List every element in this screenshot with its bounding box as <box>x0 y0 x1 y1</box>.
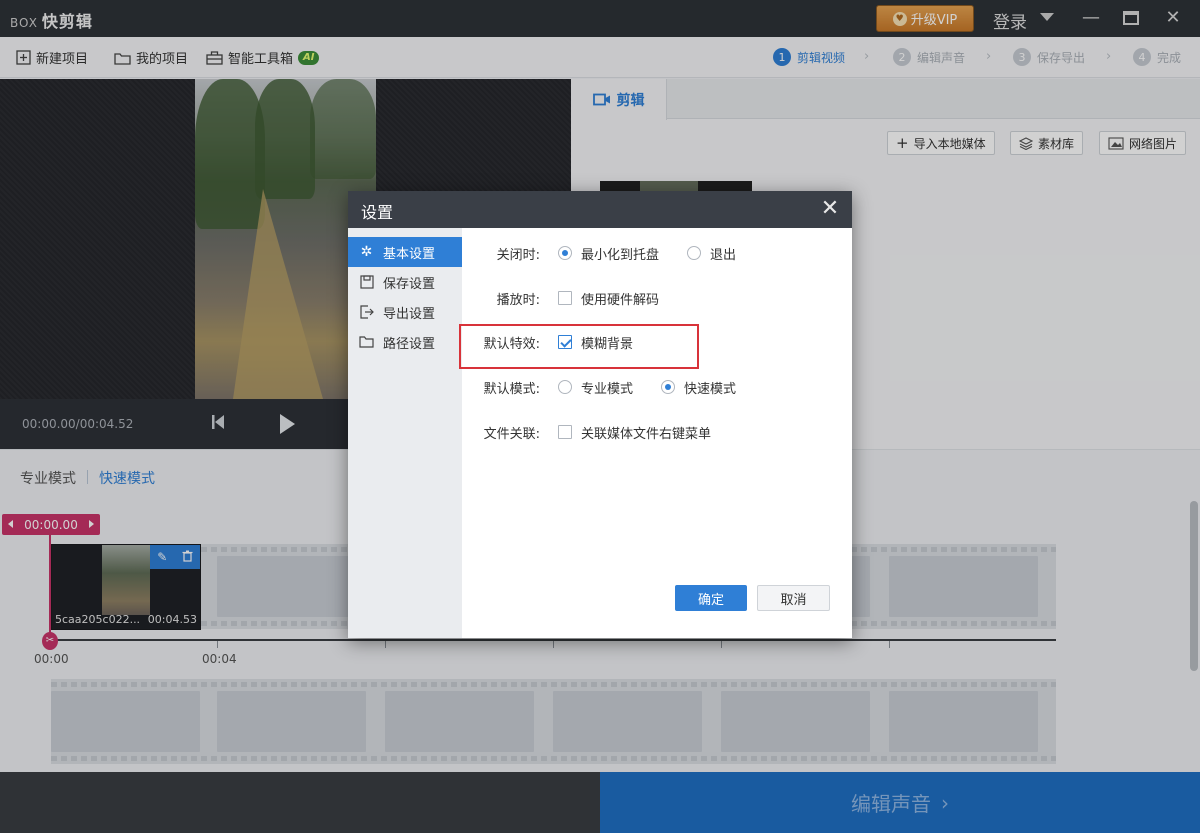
checkbox-unchecked[interactable] <box>558 425 572 439</box>
option-label: 使用硬件解码 <box>581 292 660 308</box>
settings-dialog: 设置 ✕ ✲ 基本设置 保存设置 导出设置 路径设置 关闭时: 最小化到托盘 退… <box>348 191 852 638</box>
dialog-header: 设置 ✕ <box>348 191 852 228</box>
setting-row-close: 关闭时: 最小化到托盘 退出 <box>462 241 852 265</box>
setting-label: 文件关联: <box>483 426 540 442</box>
sidebar-item-label: 保存设置 <box>383 276 436 292</box>
sidebar-item-path[interactable]: 路径设置 <box>348 327 462 357</box>
option-label: 专业模式 <box>581 381 634 397</box>
setting-row-mode: 默认模式: 专业模式 快速模式 <box>462 375 852 399</box>
close-minimize-tray-option[interactable]: 最小化到托盘 <box>558 244 659 263</box>
sidebar-item-label: 路径设置 <box>383 336 436 352</box>
close-exit-option[interactable]: 退出 <box>687 244 736 263</box>
save-disk-icon <box>359 274 374 290</box>
setting-label: 默认模式: <box>483 381 540 397</box>
radio-selected[interactable] <box>558 246 572 260</box>
setting-row-assoc: 文件关联: 关联媒体文件右键菜单 <box>462 420 852 444</box>
folder-icon <box>359 335 374 350</box>
sidebar-item-label: 导出设置 <box>383 306 436 322</box>
gear-icon: ✲ <box>360 243 373 260</box>
option-label: 快速模式 <box>684 381 737 397</box>
confirm-button[interactable]: 确定 <box>675 585 747 611</box>
sidebar-item-basic[interactable]: ✲ 基本设置 <box>348 237 462 267</box>
sidebar-item-export[interactable]: 导出设置 <box>348 297 462 327</box>
setting-row-play: 播放时: 使用硬件解码 <box>462 286 852 310</box>
setting-label: 关闭时: <box>496 247 540 263</box>
settings-sidebar: ✲ 基本设置 保存设置 导出设置 路径设置 <box>348 228 462 638</box>
file-association-option[interactable]: 关联媒体文件右键菜单 <box>558 423 711 442</box>
cancel-button[interactable]: 取消 <box>757 585 830 611</box>
radio-unselected[interactable] <box>558 380 572 394</box>
radio-unselected[interactable] <box>687 246 702 260</box>
radio-selected[interactable] <box>661 380 676 394</box>
default-fast-mode-option[interactable]: 快速模式 <box>661 378 736 397</box>
setting-label: 播放时: <box>496 292 540 308</box>
dialog-close-icon[interactable]: ✕ <box>816 195 844 223</box>
hardware-decode-option[interactable]: 使用硬件解码 <box>558 289 659 308</box>
export-icon <box>359 304 374 320</box>
option-label: 退出 <box>710 247 737 263</box>
dialog-title: 设置 <box>361 203 394 222</box>
sidebar-item-label: 基本设置 <box>383 246 436 262</box>
option-label: 最小化到托盘 <box>581 247 660 263</box>
sidebar-item-save[interactable]: 保存设置 <box>348 267 462 297</box>
default-pro-mode-option[interactable]: 专业模式 <box>558 378 633 397</box>
checkbox-unchecked[interactable] <box>558 291 572 305</box>
highlight-annotation-box <box>459 324 699 369</box>
option-label: 关联媒体文件右键菜单 <box>581 426 712 442</box>
